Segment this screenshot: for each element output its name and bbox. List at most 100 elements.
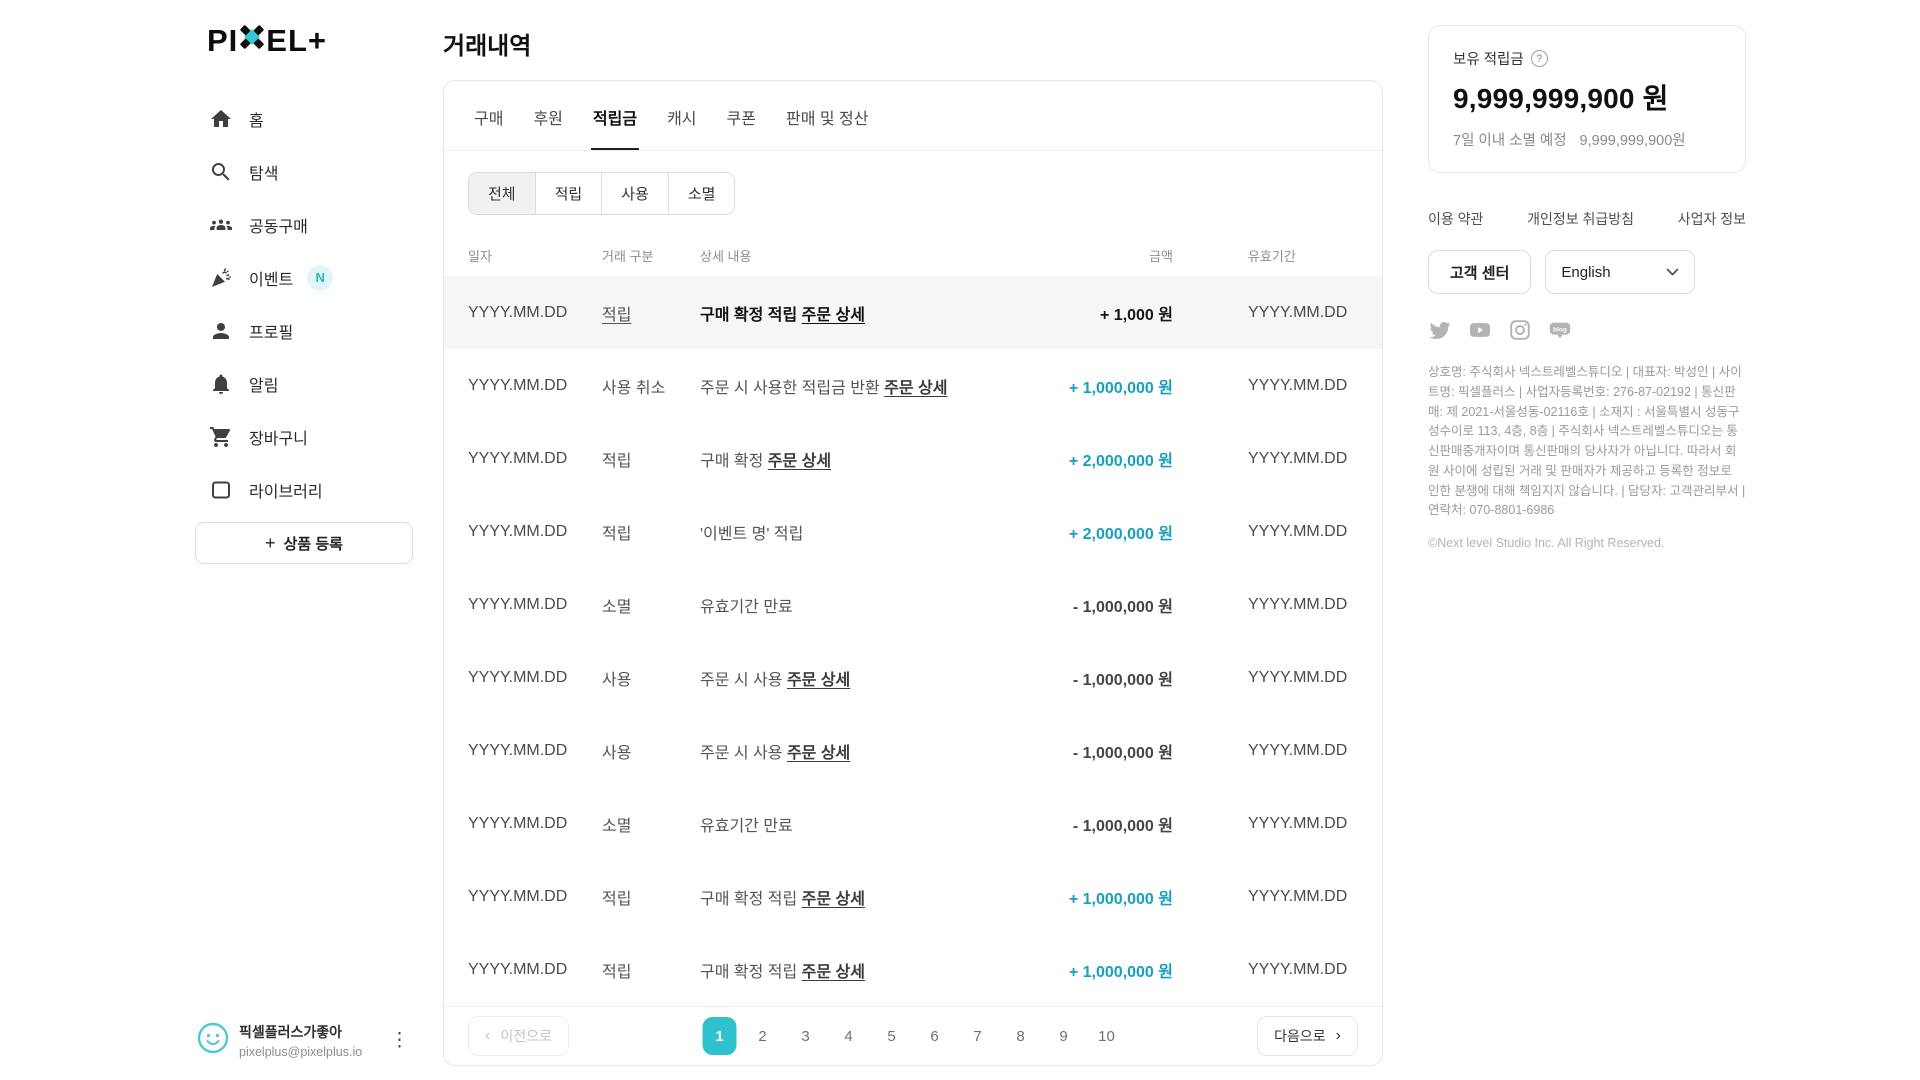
twitter-icon[interactable] [1428, 318, 1452, 342]
plus-icon: + [265, 533, 276, 554]
page-3[interactable]: 3 [789, 1017, 823, 1055]
filter-소멸[interactable]: 소멸 [669, 173, 735, 214]
table-header-row: 일자거래 구분상세 내용금액유효기간 [444, 235, 1382, 276]
table-row[interactable]: YYYY.MM.DD적립구매 확정 적립 주문 상세+ 1,000 원YYYY.… [444, 276, 1382, 349]
prev-page-label: 이전으로 [500, 1026, 552, 1046]
help-icon[interactable]: ? [1531, 50, 1548, 67]
prev-page-button[interactable]: ‹ 이전으로 [468, 1016, 569, 1056]
table-header-col-amount: 금액 [1068, 246, 1218, 265]
filter-전체[interactable]: 전체 [469, 173, 536, 214]
cell-amount: + 2,000,000 원 [1068, 520, 1218, 544]
filter-적립[interactable]: 적립 [536, 173, 603, 214]
instagram-icon[interactable] [1508, 318, 1532, 342]
account-row[interactable]: 픽셀플러스가좋아 pixelplus@pixelplus.io ⋮ [197, 1022, 415, 1059]
footer-buttons: 고객 센터 English [1428, 250, 1746, 294]
tab-쿠폰[interactable]: 쿠폰 [723, 81, 760, 150]
language-select[interactable]: English [1545, 250, 1695, 294]
cell-desc: 구매 확정 주문 상세 [700, 447, 1068, 471]
kebab-menu-icon[interactable]: ⋮ [384, 1027, 415, 1054]
account-info: 픽셀플러스가좋아 pixelplus@pixelplus.io [239, 1022, 384, 1059]
tab-캐시[interactable]: 캐시 [663, 81, 700, 150]
cell-date: YYYY.MM.DD [468, 523, 602, 541]
table-row[interactable]: YYYY.MM.DD소멸유효기간 만료- 1,000,000 원YYYY.MM.… [444, 568, 1382, 641]
page-number-list: 12345678910 [703, 1017, 1124, 1055]
order-detail-link[interactable]: 주문 상세 [802, 891, 865, 908]
blog-icon[interactable]: blog [1548, 318, 1572, 342]
cell-validity: YYYY.MM.DD [1218, 742, 1358, 760]
page-9[interactable]: 9 [1047, 1017, 1081, 1055]
page-4[interactable]: 4 [832, 1017, 866, 1055]
cell-type: 소멸 [602, 812, 700, 836]
cell-type: 적립 [602, 447, 700, 471]
sidebar-item-party[interactable]: 이벤트 N [195, 251, 420, 304]
footer-link[interactable]: 개인정보 취급방침 [1527, 209, 1634, 229]
order-detail-link[interactable]: 주문 상세 [802, 307, 865, 324]
sidebar-item-bell[interactable]: 알림 [195, 357, 420, 410]
table-row[interactable]: YYYY.MM.DD사용주문 시 사용 주문 상세- 1,000,000 원YY… [444, 714, 1382, 787]
cell-type: 적립 [602, 958, 700, 982]
sidebar-item-cart[interactable]: 장바구니 [195, 410, 420, 463]
groups-icon [209, 213, 233, 237]
next-page-label: 다음으로 [1274, 1026, 1326, 1046]
cell-amount: - 1,000,000 원 [1068, 812, 1218, 836]
cell-type: 사용 [602, 739, 700, 763]
sidebar-item-search[interactable]: 탐색 [195, 145, 420, 198]
table-header-col-type: 거래 구분 [602, 246, 700, 265]
table-row[interactable]: YYYY.MM.DD적립구매 확정 적립 주문 상세+ 1,000,000 원Y… [444, 933, 1382, 1006]
order-detail-link[interactable]: 주문 상세 [787, 745, 850, 762]
sidebar-item-groups[interactable]: 공동구매 [195, 198, 420, 251]
sidebar-item-label: 이벤트 [249, 266, 293, 290]
cell-date: YYYY.MM.DD [468, 961, 602, 979]
tab-후원[interactable]: 후원 [529, 81, 566, 150]
page-10[interactable]: 10 [1090, 1017, 1124, 1055]
expiry-label: 7일 이내 소멸 예정 [1453, 129, 1567, 150]
cell-amount: - 1,000,000 원 [1068, 666, 1218, 690]
sidebar-item-library[interactable]: 라이브러리 [195, 463, 420, 516]
sidebar-item-person[interactable]: 프로필 [195, 304, 420, 357]
filter-사용[interactable]: 사용 [602, 173, 669, 214]
page-6[interactable]: 6 [918, 1017, 952, 1055]
order-detail-link[interactable]: 주문 상세 [787, 672, 850, 689]
sidebar-item-home[interactable]: 홈 [195, 92, 420, 145]
next-page-button[interactable]: 다음으로 › [1257, 1016, 1358, 1056]
footer-link[interactable]: 사업자 정보 [1678, 209, 1746, 229]
tab-구매[interactable]: 구매 [470, 81, 507, 150]
cell-type: 사용 취소 [602, 374, 700, 398]
cell-desc: 유효기간 만료 [700, 812, 1068, 836]
register-product-button[interactable]: + 상품 등록 [195, 522, 413, 564]
table-row[interactable]: YYYY.MM.DD적립구매 확정 적립 주문 상세+ 1,000,000 원Y… [444, 860, 1382, 933]
table-row[interactable]: YYYY.MM.DD사용주문 시 사용 주문 상세- 1,000,000 원YY… [444, 641, 1382, 714]
tab-판매 및 정산[interactable]: 판매 및 정산 [782, 81, 873, 150]
new-badge: N [307, 265, 333, 291]
cell-validity: YYYY.MM.DD [1218, 961, 1358, 979]
page-8[interactable]: 8 [1004, 1017, 1038, 1055]
cell-desc: 주문 시 사용 주문 상세 [700, 666, 1068, 690]
page-5[interactable]: 5 [875, 1017, 909, 1055]
cell-date: YYYY.MM.DD [468, 304, 602, 322]
table-row[interactable]: YYYY.MM.DD적립구매 확정 주문 상세+ 2,000,000 원YYYY… [444, 422, 1382, 495]
pixelplus-logo[interactable]: PIEL+ [207, 22, 420, 60]
table-row[interactable]: YYYY.MM.DD소멸유효기간 만료- 1,000,000 원YYYY.MM.… [444, 787, 1382, 860]
table-row[interactable]: YYYY.MM.DD사용 취소주문 시 사용한 적립금 반환 주문 상세+ 1,… [444, 349, 1382, 422]
footer-link[interactable]: 이용 약관 [1428, 209, 1483, 229]
order-detail-link[interactable]: 주문 상세 [802, 964, 865, 981]
cell-date: YYYY.MM.DD [468, 742, 602, 760]
page-7[interactable]: 7 [961, 1017, 995, 1055]
page-1[interactable]: 1 [703, 1017, 737, 1055]
sidebar-nav: 홈탐색공동구매이벤트 N 프로필알림장바구니라이브러리 [195, 92, 420, 516]
tab-적립금[interactable]: 적립금 [589, 81, 641, 150]
order-detail-link[interactable]: 주문 상세 [768, 453, 831, 470]
customer-center-button[interactable]: 고객 센터 [1428, 250, 1531, 294]
table-body: YYYY.MM.DD적립구매 확정 적립 주문 상세+ 1,000 원YYYY.… [444, 276, 1382, 1006]
cell-type: 사용 [602, 666, 700, 690]
avatar [197, 1022, 229, 1059]
order-detail-link[interactable]: 주문 상세 [884, 380, 947, 397]
cell-amount: - 1,000,000 원 [1068, 593, 1218, 617]
table-header-col-valid: 유효기간 [1218, 246, 1358, 265]
page-2[interactable]: 2 [746, 1017, 780, 1055]
account-name: 픽셀플러스가좋아 [239, 1022, 384, 1042]
cell-validity: YYYY.MM.DD [1218, 304, 1358, 322]
youtube-icon[interactable] [1468, 318, 1492, 342]
logo-text-left: PI [207, 23, 238, 59]
table-row[interactable]: YYYY.MM.DD적립'이벤트 명' 적립+ 2,000,000 원YYYY.… [444, 495, 1382, 568]
